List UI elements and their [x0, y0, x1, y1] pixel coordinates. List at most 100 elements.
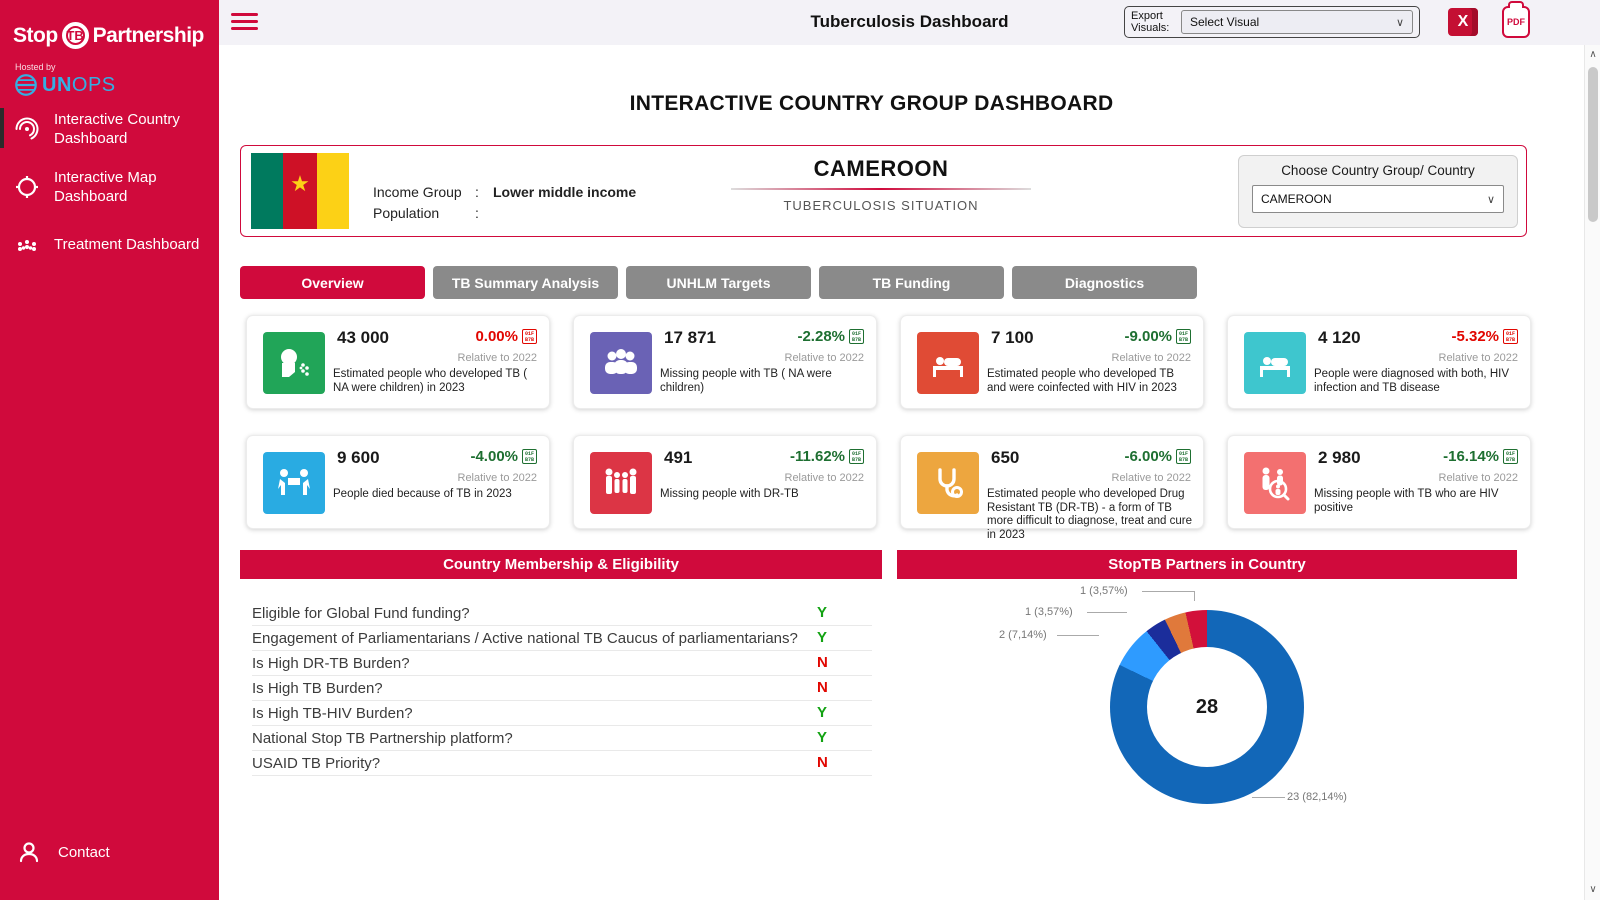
- scroll-down-arrow-icon[interactable]: ∨: [1585, 882, 1600, 898]
- patient-bed-icon: [1244, 332, 1306, 394]
- kpi-card[interactable]: 2 980-16.14%01FB7BRelative to 2022Missin…: [1227, 435, 1531, 529]
- sidebar-item-label: Interactive Map Dashboard: [54, 168, 211, 206]
- kpi-percent-change: -11.62%01FB7B: [790, 448, 864, 465]
- sidebar-item-contact[interactable]: Contact: [0, 839, 219, 865]
- kpi-value: 491: [664, 448, 692, 468]
- leader-line: [1057, 635, 1099, 636]
- membership-row: Is High DR-TB Burden?N: [252, 651, 872, 676]
- logo-stop-text: Stop: [13, 24, 58, 48]
- export-pdf-icon[interactable]: PDF: [1502, 6, 1530, 38]
- binary-icon: 01FB7B: [522, 329, 537, 344]
- chevron-down-icon: ∨: [1487, 193, 1495, 206]
- scrollbar-thumb[interactable]: [1588, 67, 1598, 222]
- donut-label-navy-segment: 1 (3,57%): [1025, 606, 1073, 618]
- unops-text: UNOPS: [42, 74, 116, 97]
- membership-answer: Y: [817, 704, 872, 723]
- kpi-percent-change: -4.00%01FB7B: [470, 448, 537, 465]
- kpi-relative-label: Relative to 2022: [785, 352, 865, 364]
- stoptb-logo: Stop TB Partnership: [13, 22, 204, 49]
- country-info: Income Group : Lower middle income Popul…: [373, 184, 636, 226]
- membership-question: Is High TB Burden?: [252, 679, 817, 698]
- sidebar-item-treatment-dashboard[interactable]: Treatment Dashboard: [0, 216, 219, 272]
- logo-partnership-text: Partnership: [93, 24, 204, 48]
- country-chooser-value: CAMEROON: [1261, 192, 1332, 206]
- kpi-card[interactable]: 491-11.62%01FB7BRelative to 2022Missing …: [573, 435, 877, 529]
- kpi-card[interactable]: 4 120-5.32%01FB7BRelative to 2022People …: [1227, 315, 1531, 409]
- membership-question: Eligible for Global Fund funding?: [252, 604, 817, 623]
- select-visual-dropdown[interactable]: Select Visual ∨: [1181, 10, 1413, 34]
- tab-overview[interactable]: Overview: [240, 266, 425, 299]
- binary-icon: 01FB7B: [1503, 449, 1518, 464]
- tab-diagnostics[interactable]: Diagnostics: [1012, 266, 1197, 299]
- kpi-value: 650: [991, 448, 1019, 468]
- kpi-value: 43 000: [337, 328, 389, 348]
- leader-line: [1087, 612, 1127, 613]
- kpi-relative-label: Relative to 2022: [1112, 352, 1192, 364]
- tb-badge-icon: TB: [62, 22, 89, 49]
- contact-label: Contact: [58, 844, 110, 861]
- person-icon: [16, 839, 42, 865]
- patient-bed-icon: [917, 332, 979, 394]
- membership-answer: Y: [817, 729, 872, 748]
- membership-row: Eligible for Global Fund funding?Y: [252, 601, 872, 626]
- membership-question: USAID TB Priority?: [252, 754, 817, 773]
- binary-icon: 01FB7B: [1503, 329, 1518, 344]
- leader-line: [1252, 797, 1285, 798]
- membership-question: Engagement of Parliamentarians / Active …: [252, 629, 817, 648]
- kpi-value: 2 980: [1318, 448, 1361, 468]
- kpi-card[interactable]: 9 600-4.00%01FB7BRelative to 2022People …: [246, 435, 550, 529]
- dashboard-tabs: Overview TB Summary Analysis UNHLM Targe…: [240, 266, 1197, 299]
- membership-answer: Y: [817, 629, 872, 648]
- membership-row: USAID TB Priority?N: [252, 751, 872, 776]
- vertical-scrollbar[interactable]: ∧ ∨: [1584, 45, 1600, 900]
- kpi-value: 17 871: [664, 328, 716, 348]
- people-group-icon: [590, 332, 652, 394]
- kpi-card[interactable]: 7 100-9.00%01FB7BRelative to 2022Estimat…: [900, 315, 1204, 409]
- tab-tb-summary-analysis[interactable]: TB Summary Analysis: [433, 266, 618, 299]
- kpi-percent-change: -2.28%01FB7B: [797, 328, 864, 345]
- export-visuals-group: Export Visuals: Select Visual ∨: [1124, 6, 1420, 38]
- membership-panel: Country Membership & Eligibility Eligibl…: [240, 550, 882, 822]
- membership-answer: N: [817, 679, 872, 698]
- coughing-person-icon: [263, 332, 325, 394]
- kpi-card[interactable]: 650-6.00%01FB7BRelative to 2022Estimated…: [900, 435, 1204, 529]
- kpi-description: Missing people with TB who are HIV posit…: [1314, 488, 1522, 515]
- hosted-by-label: Hosted by: [15, 62, 56, 72]
- tab-unhlm-targets[interactable]: UNHLM Targets: [626, 266, 811, 299]
- kpi-relative-label: Relative to 2022: [1112, 472, 1192, 484]
- export-visuals-label: Export Visuals:: [1131, 10, 1175, 34]
- scroll-up-arrow-icon[interactable]: ∧: [1585, 47, 1600, 63]
- cameroon-flag: ★: [251, 153, 349, 229]
- membership-row: Engagement of Parliamentarians / Active …: [252, 626, 872, 651]
- income-group-value: Lower middle income: [493, 184, 636, 200]
- export-excel-icon[interactable]: X: [1448, 8, 1478, 36]
- tab-tb-funding[interactable]: TB Funding: [819, 266, 1004, 299]
- membership-row: National Stop TB Partnership platform?Y: [252, 726, 872, 751]
- donut-label-red-segment: 1 (3,57%): [1080, 585, 1128, 597]
- kpi-description: Missing people with DR-TB: [660, 488, 868, 502]
- topbar: Tuberculosis Dashboard Export Visuals: S…: [219, 0, 1600, 45]
- membership-row: Is High TB-HIV Burden?Y: [252, 701, 872, 726]
- people-crowd-icon: [14, 231, 40, 257]
- kpi-card[interactable]: 43 0000.00%01FB7BRelative to 2022Estimat…: [246, 315, 550, 409]
- membership-panel-title: Country Membership & Eligibility: [240, 550, 882, 579]
- kpi-value: 4 120: [1318, 328, 1361, 348]
- binary-icon: 01FB7B: [522, 449, 537, 464]
- kpi-card[interactable]: 17 871-2.28%01FB7BRelative to 2022Missin…: [573, 315, 877, 409]
- membership-answer: Y: [817, 604, 872, 623]
- page-title: INTERACTIVE COUNTRY GROUP DASHBOARD: [219, 92, 1524, 116]
- sidebar-item-interactive-country-dashboard[interactable]: Interactive Country Dashboard: [0, 100, 219, 158]
- country-chooser-dropdown[interactable]: CAMEROON ∨: [1252, 185, 1504, 213]
- kpi-relative-label: Relative to 2022: [1439, 352, 1519, 364]
- stethoscope-icon: [917, 452, 979, 514]
- sidebar-item-interactive-map-dashboard[interactable]: Interactive Map Dashboard: [0, 158, 219, 216]
- un-globe-icon: [13, 72, 39, 98]
- kpi-description: People were diagnosed with both, HIV inf…: [1314, 368, 1522, 395]
- income-group-label: Income Group: [373, 184, 475, 200]
- country-chooser: Choose Country Group/ Country CAMEROON ∨: [1238, 155, 1518, 228]
- membership-answer: N: [817, 654, 872, 673]
- unops-un: UN: [42, 74, 72, 96]
- kpi-value: 7 100: [991, 328, 1034, 348]
- leader-line: [1194, 591, 1195, 601]
- donut-label-lightblue-segment: 2 (7,14%): [999, 629, 1047, 641]
